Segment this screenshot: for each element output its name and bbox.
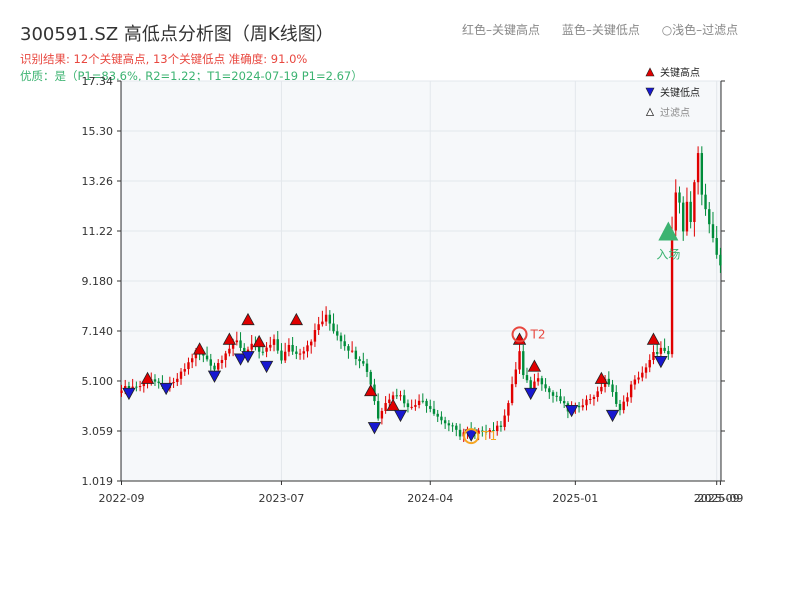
x-tick-label: 2022-09: [99, 492, 145, 505]
legend-high-icon: [645, 67, 655, 77]
legend-label: 过滤点: [660, 106, 690, 119]
y-tick-label: 13.26: [82, 175, 114, 188]
x-tick-label: 2024-04: [407, 492, 453, 505]
y-tick-label: 3.059: [82, 425, 114, 438]
y-tick-label: 7.140: [82, 325, 114, 338]
candlestick-chart: 1.019 3.059 5.100 7.140 9.180 11.22 13.26 15.30…: [82, 66, 744, 505]
x-tick-label: 2025-01: [552, 492, 598, 505]
y-tick-label: 9.180: [82, 275, 114, 288]
t1-label: T1: [481, 429, 497, 443]
t2-label: T2: [530, 327, 546, 341]
legend-label: 关键低点: [660, 86, 700, 99]
x-tick-label: 2025-09: [697, 492, 743, 505]
y-tick-label: 5.100: [82, 375, 114, 388]
legend-label: 关键高点: [660, 66, 700, 79]
entry-label: 入场: [656, 247, 680, 261]
y-tick-label: 17.34: [82, 75, 114, 88]
y-tick-label: 11.22: [82, 225, 114, 238]
x-tick-label: 2023-07: [258, 492, 304, 505]
y-tick-label: 15.30: [82, 125, 114, 138]
y-tick-label: 1.019: [82, 475, 114, 488]
